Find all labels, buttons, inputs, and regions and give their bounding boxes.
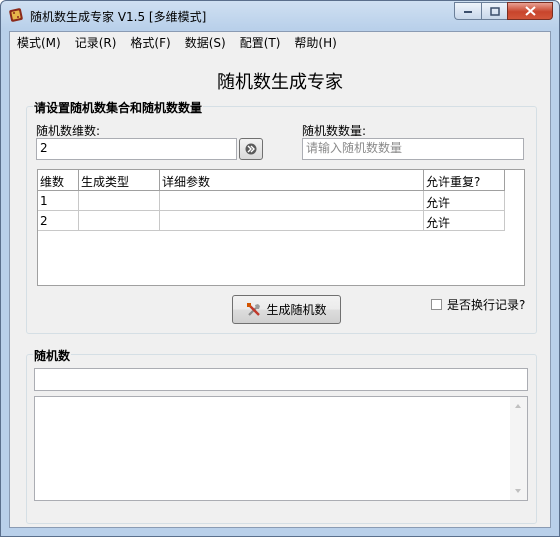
table-cell[interactable] — [160, 191, 424, 211]
minimize-button[interactable] — [454, 2, 481, 20]
menu-help[interactable]: 帮助(H) — [287, 32, 343, 51]
window-title: 随机数生成专家 V1.5 [多维模式] — [30, 10, 207, 24]
menu-format[interactable]: 格式(F) — [123, 32, 177, 51]
app-window: 随机数生成专家 V1.5 [多维模式] 模式(M) 记录(R) 格式(F) 数据… — [0, 0, 560, 537]
table-cell[interactable]: 2 — [38, 211, 79, 231]
table-cell[interactable] — [79, 191, 160, 211]
result-scrollbar[interactable] — [510, 397, 527, 500]
column-header-repeat[interactable]: 允许重复? — [424, 170, 505, 191]
table-row[interactable]: 2 允许 — [38, 211, 505, 231]
double-chevron-right-icon — [245, 143, 257, 155]
menu-record[interactable]: 记录(R) — [68, 32, 124, 51]
newline-checkbox-label[interactable]: 是否换行记录? — [447, 296, 525, 313]
table-row[interactable]: 1 允许 — [38, 191, 505, 211]
minimize-icon — [464, 11, 472, 13]
result-group-label: 随机数 — [33, 347, 72, 364]
table-cell[interactable]: 允许 — [424, 191, 505, 211]
table-header: 维数 生成类型 详细参数 允许重复? — [38, 170, 505, 191]
tools-icon — [247, 302, 261, 316]
dimension-table: 维数 生成类型 详细参数 允许重复? 1 允许 2 允许 — [37, 169, 525, 286]
table-cell[interactable] — [160, 211, 424, 231]
column-header-params[interactable]: 详细参数 — [160, 170, 424, 191]
maximize-button[interactable] — [481, 2, 507, 20]
generate-button[interactable]: 生成随机数 — [232, 295, 341, 324]
menu-config[interactable]: 配置(T) — [233, 32, 288, 51]
apply-dimension-button[interactable] — [239, 138, 263, 160]
menu-mode[interactable]: 模式(M) — [10, 32, 68, 51]
result-group: 随机数 — [26, 347, 537, 524]
column-header-type[interactable]: 生成类型 — [79, 170, 160, 191]
dimension-input[interactable]: 2 — [36, 138, 237, 160]
close-button[interactable] — [507, 2, 553, 20]
scroll-down-icon[interactable] — [515, 489, 521, 493]
column-header-dimension[interactable]: 维数 — [38, 170, 79, 191]
generate-button-label: 生成随机数 — [266, 303, 327, 317]
newline-checkbox[interactable] — [431, 299, 442, 310]
table-cell[interactable]: 允许 — [424, 211, 505, 231]
settings-group: 请设置随机数集合和随机数数量 随机数维数: 2 随机数数量: 请输入随机数数量 … — [26, 99, 537, 334]
client-area: 模式(M) 记录(R) 格式(F) 数据(S) 配置(T) 帮助(H) 随机数生… — [9, 31, 551, 528]
maximize-icon — [489, 6, 500, 16]
result-text-area[interactable] — [34, 396, 528, 501]
menu-data[interactable]: 数据(S) — [178, 32, 233, 51]
count-input[interactable]: 请输入随机数数量 — [302, 138, 524, 160]
dimension-label: 随机数维数: — [36, 124, 101, 138]
result-line-field[interactable] — [34, 368, 528, 391]
page-title: 随机数生成专家 — [217, 72, 343, 93]
title-bar[interactable]: 随机数生成专家 V1.5 [多维模式] — [1, 1, 559, 31]
count-label: 随机数数量: — [302, 124, 367, 138]
menu-bar: 模式(M) 记录(R) 格式(F) 数据(S) 配置(T) 帮助(H) — [10, 32, 550, 51]
close-icon — [524, 6, 536, 16]
table-cell[interactable] — [79, 211, 160, 231]
scroll-up-icon[interactable] — [515, 404, 521, 408]
settings-group-label: 请设置随机数集合和随机数数量 — [33, 99, 204, 116]
app-icon — [9, 8, 23, 22]
table-cell[interactable]: 1 — [38, 191, 79, 211]
